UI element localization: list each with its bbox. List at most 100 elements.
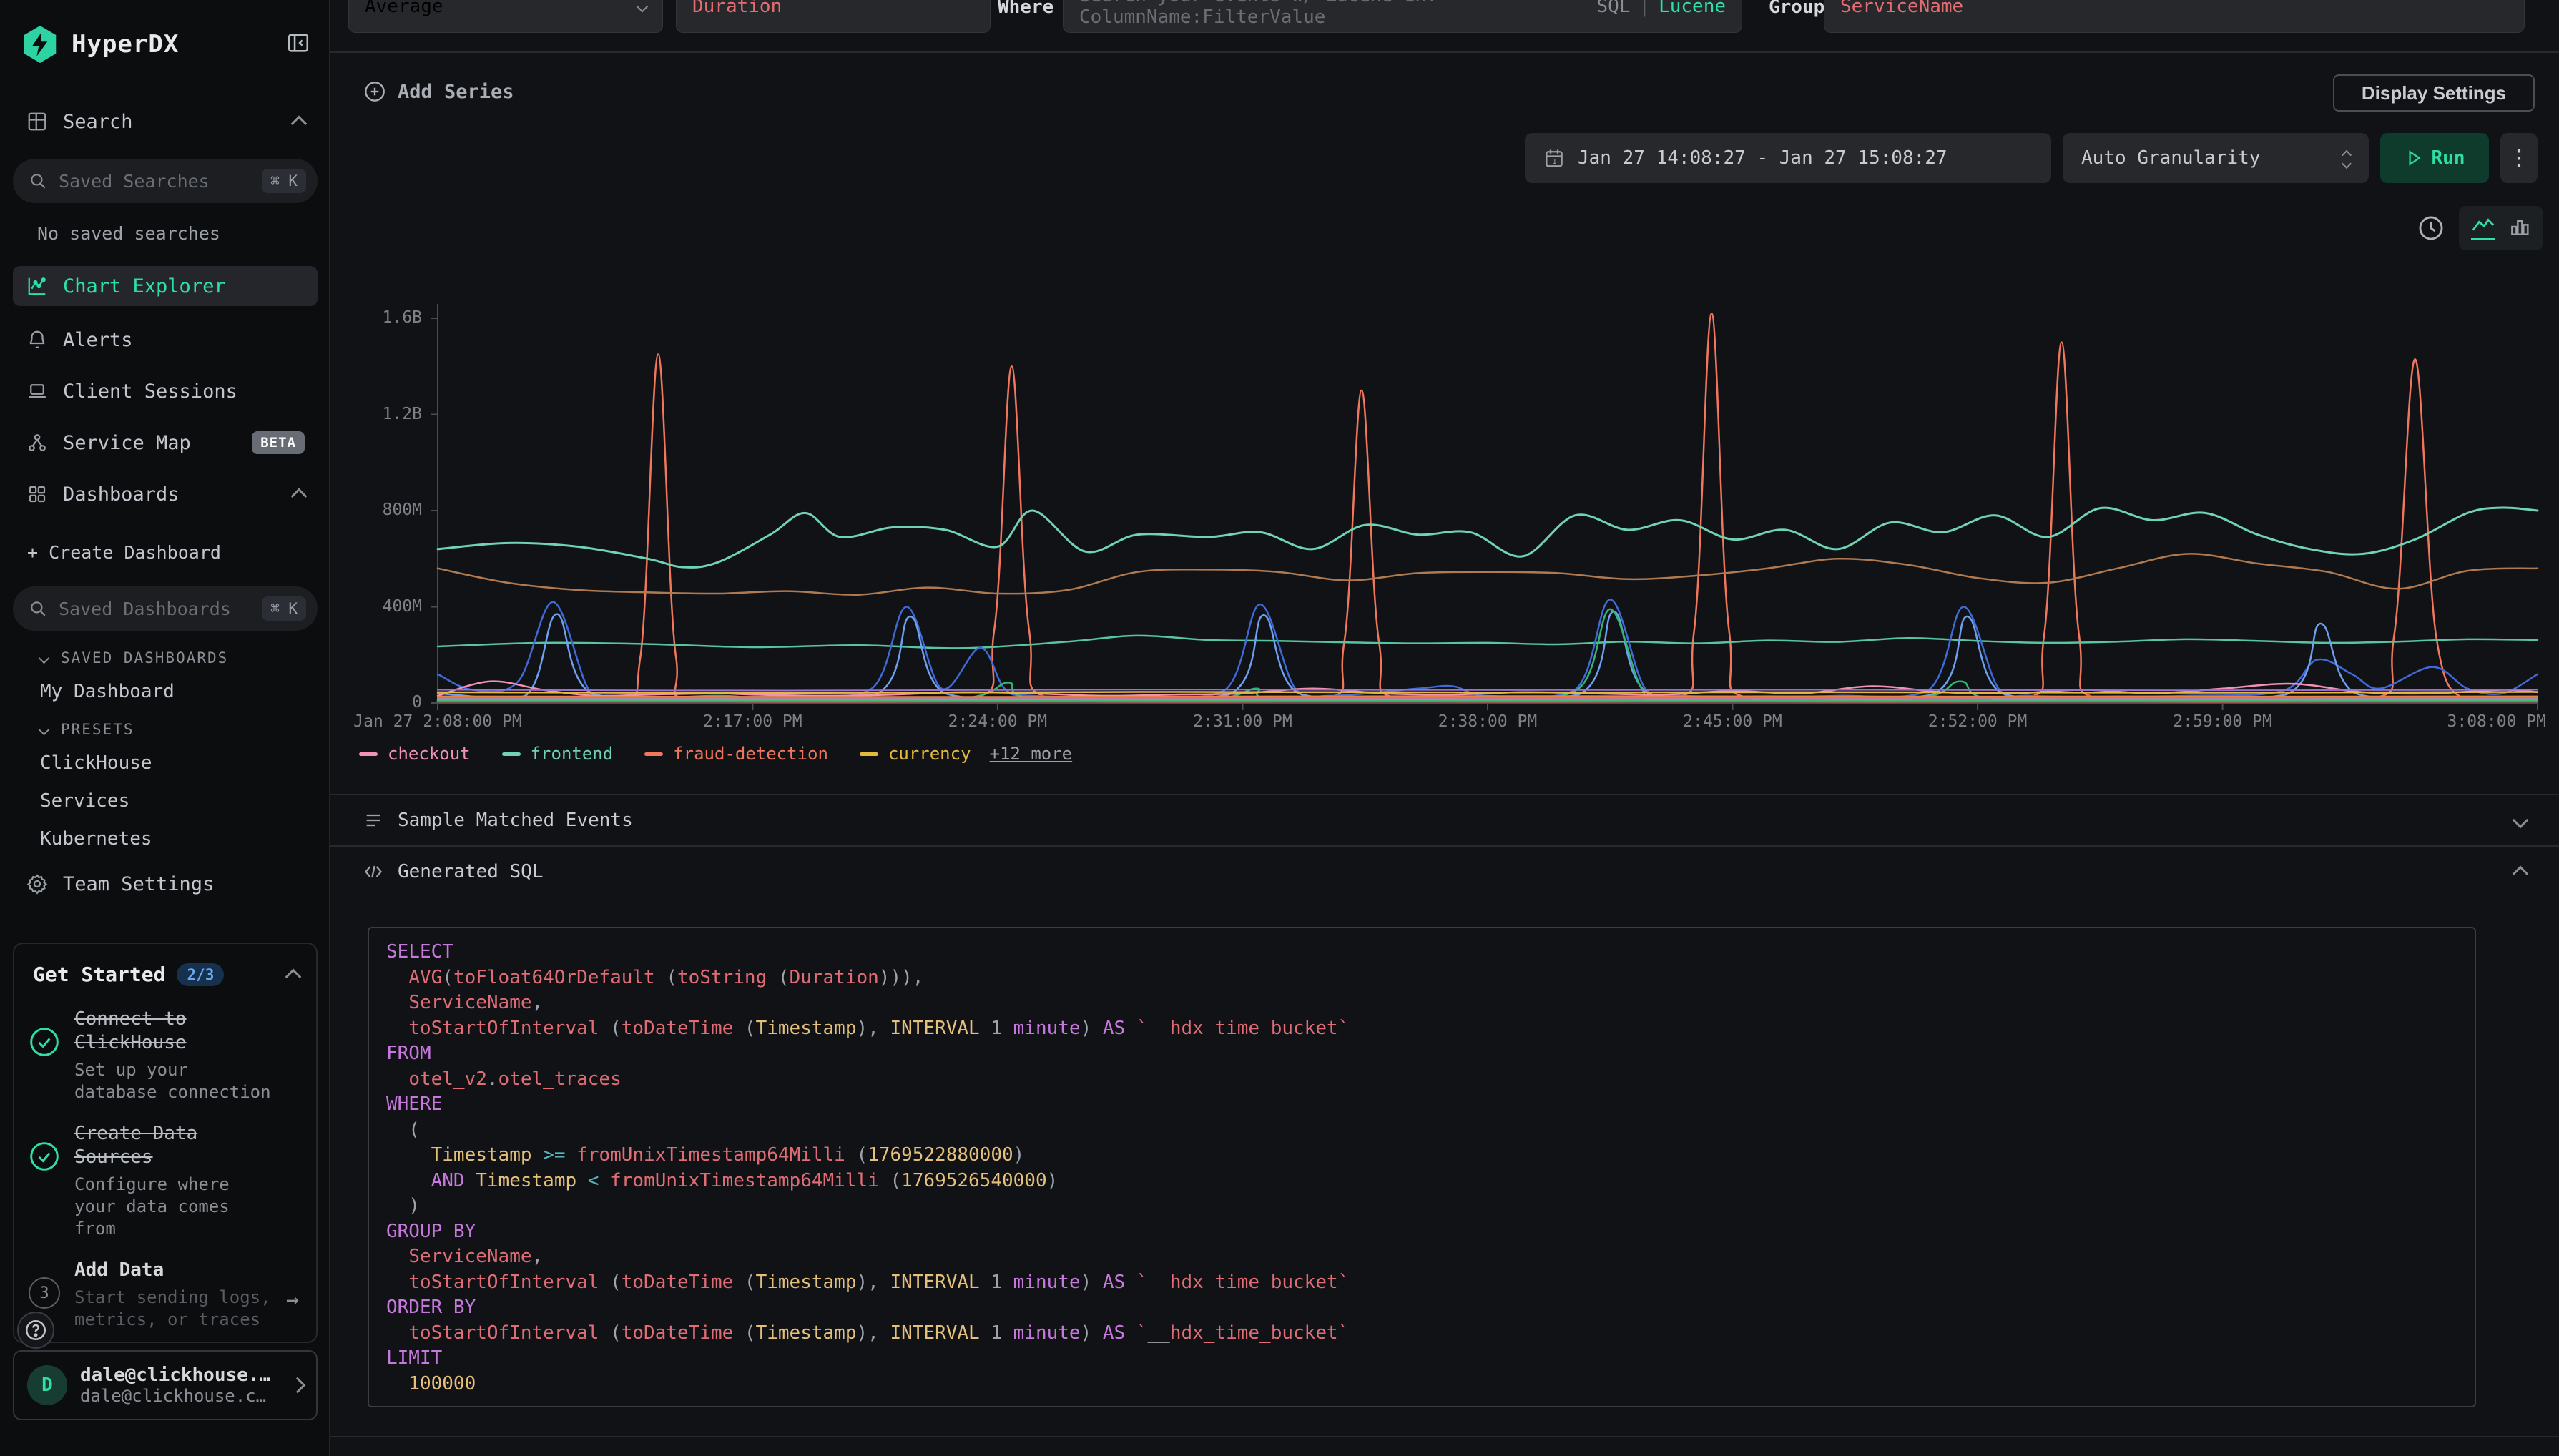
time-range-picker[interactable]: 1 Jan 27 14:08:27 - Jan 27 15:08:27 [1525, 133, 2051, 183]
toolbar-divider [330, 51, 2559, 53]
get-started-progress-badge: 2/3 [177, 963, 224, 986]
line-chart-toggle[interactable] [2471, 216, 2495, 240]
sidebar-item-chart-explorer[interactable]: Chart Explorer [13, 266, 318, 306]
legend-swatch [860, 752, 878, 756]
mode-sql[interactable]: SQL [1596, 0, 1630, 17]
sidebar-item-clickhouse[interactable]: ClickHouse [40, 752, 152, 774]
aggregation-select[interactable]: Average [348, 0, 663, 33]
get-started-step-1[interactable]: Connect to ClickHouse Set up your databa… [14, 993, 316, 1108]
play-icon [2405, 149, 2423, 167]
step-title: Create Data Sources [74, 1122, 275, 1169]
run-button[interactable]: Run [2380, 133, 2489, 183]
generated-sql-section[interactable]: Generated SQL [330, 845, 2559, 897]
legend-item-checkout[interactable]: checkout [359, 744, 471, 764]
chart-explorer-icon [26, 275, 49, 297]
more-options-button[interactable]: ⋮ [2500, 133, 2538, 183]
sidebar-item-label: Search [63, 111, 133, 133]
where-label: Where [998, 0, 1053, 21]
saved-searches-input[interactable]: Saved Searches ⌘ K [13, 159, 318, 203]
x-tick-label: 2:24:00 PM [948, 712, 1047, 731]
legend-more-link[interactable]: +12 more [990, 744, 1073, 764]
no-saved-searches-text: No saved searches [37, 223, 220, 244]
generated-sql-code[interactable]: SELECT AVG(toFloat64OrDefault (toString … [368, 927, 2476, 1407]
svg-text:1: 1 [1553, 158, 1557, 166]
step-desc: Configure where your data comes from [74, 1174, 275, 1240]
sidebar-item-dashboards[interactable]: Dashboards [13, 474, 318, 514]
chart-type-toggle [2459, 206, 2543, 250]
sidebar-item-service-map[interactable]: Service Map BETA [13, 423, 318, 463]
x-tick-label: 2:17:00 PM [703, 712, 802, 731]
search-table-icon [26, 110, 49, 133]
legend-label: currency [888, 744, 971, 764]
chevron-down-icon [39, 652, 50, 664]
x-tick-label: 3:08:00 PM [2447, 712, 2546, 731]
help-button[interactable] [17, 1312, 54, 1349]
sidebar-item-alerts[interactable]: Alerts [13, 320, 318, 360]
chart-canvas[interactable] [429, 300, 2546, 712]
field-input[interactable]: Duration [676, 0, 991, 33]
section-presets[interactable]: PRESETS [40, 721, 134, 738]
x-tick-label: Jan 27 2:08:00 PM [353, 712, 521, 731]
code-icon [363, 862, 383, 882]
bar-chart-toggle[interactable] [2508, 215, 2531, 241]
get-started-step-3[interactable]: 3 Add Data Start sending logs, metrics, … [14, 1244, 316, 1335]
series-other-purple [438, 689, 2538, 690]
sidebar-item-team-settings[interactable]: Team Settings [13, 864, 318, 904]
bottom-divider [330, 1436, 2559, 1437]
arrow-right-icon: → [286, 1259, 299, 1331]
logo-row: HyperDX [21, 24, 310, 64]
get-started-card: Get Started 2/3 Connect to ClickHouse Se… [13, 943, 318, 1343]
x-tick-label: 2:38:00 PM [1438, 712, 1537, 731]
x-tick-label: 2:59:00 PM [2173, 712, 2271, 731]
chevron-down-icon [2513, 812, 2529, 829]
sidebar-item-my-dashboard[interactable]: My Dashboard [40, 681, 175, 702]
kbd-shortcut: ⌘ K [262, 596, 306, 621]
main-content: Average Duration Where Search your event… [330, 0, 2559, 1456]
legend-item-currency[interactable]: currency [860, 744, 971, 764]
mode-lucene[interactable]: Lucene [1659, 0, 1726, 17]
x-tick-label: 2:45:00 PM [1683, 712, 1782, 731]
check-circle-icon [29, 1122, 62, 1240]
series-other-green [438, 609, 2538, 702]
chevron-up-icon [285, 968, 302, 985]
series-checkout [438, 682, 2538, 697]
sidebar-collapse-icon[interactable] [286, 31, 310, 58]
series-other-lightblue [438, 611, 2538, 699]
get-started-step-2[interactable]: Create Data Sources Configure where your… [14, 1108, 316, 1244]
add-series-button[interactable]: Add Series [363, 80, 514, 103]
legend-label: frontend [531, 744, 614, 764]
y-tick-label: 1.2B [336, 405, 422, 425]
lucene-search-input[interactable]: Search your events w/ Lucene ex: ColumnN… [1063, 0, 1742, 33]
sidebar-item-services[interactable]: Services [40, 790, 129, 812]
sidebar-item-client-sessions[interactable]: Client Sessions [13, 371, 318, 411]
clock-icon[interactable] [2417, 215, 2445, 242]
get-started-header[interactable]: Get Started 2/3 [14, 944, 316, 993]
series-other-teal-low [438, 636, 2538, 649]
dashboards-icon [26, 483, 49, 506]
sidebar-item-label: Team Settings [63, 873, 214, 895]
sidebar-item-label: Alerts [63, 329, 133, 351]
sample-matched-events-section[interactable]: Sample Matched Events [330, 794, 2559, 845]
create-dashboard-button[interactable]: + Create Dashboard [27, 542, 221, 563]
y-tick-label: 0 [336, 693, 422, 713]
group-by-input[interactable]: ServiceName [1824, 0, 2525, 33]
granularity-select[interactable]: Auto Granularity [2063, 133, 2369, 183]
sidebar-item-search[interactable]: Search [13, 102, 318, 142]
legend-item-frontend[interactable]: frontend [502, 744, 614, 764]
legend-label: checkout [388, 744, 471, 764]
saved-dashboards-input[interactable]: Saved Dashboards ⌘ K [13, 586, 318, 631]
series-other-orange [438, 696, 2538, 697]
search-icon [29, 172, 47, 190]
section-saved-dashboards[interactable]: SAVED DASHBOARDS [40, 649, 228, 666]
display-settings-button[interactable]: Display Settings [2333, 74, 2535, 112]
x-tick-label: 2:31:00 PM [1193, 712, 1292, 731]
timeseries-chart[interactable] [429, 300, 2546, 712]
sidebar-item-label: Chart Explorer [63, 275, 226, 297]
section-title: Sample Matched Events [398, 810, 633, 831]
user-account-button[interactable]: D dale@clickhouse.… dale@clickhouse.c… [13, 1350, 318, 1420]
y-axis-labels: 0400M800M1.2B1.6B [330, 300, 429, 729]
sidebar-item-kubernetes[interactable]: Kubernetes [40, 828, 152, 850]
get-started-title: Get Started [33, 963, 165, 986]
legend-item-fraud-detection[interactable]: fraud-detection [644, 744, 828, 764]
sidebar-item-label: Dashboards [63, 483, 180, 506]
